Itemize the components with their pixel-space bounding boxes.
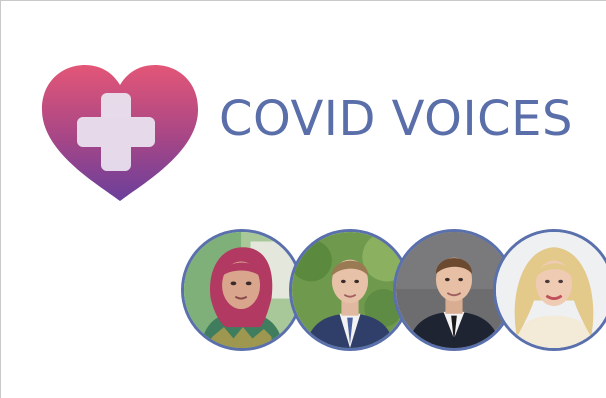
brand-title: COVID VOICES — [219, 91, 573, 147]
heart-plus-icon — [41, 65, 199, 201]
avatar — [181, 229, 303, 351]
avatar — [493, 229, 606, 351]
woman-portrait-icon — [496, 232, 606, 348]
woman-portrait-icon — [184, 232, 300, 348]
avatar-row — [181, 229, 606, 355]
man-portrait-icon — [292, 232, 408, 348]
page-frame: COVID VOICES — [0, 0, 606, 398]
